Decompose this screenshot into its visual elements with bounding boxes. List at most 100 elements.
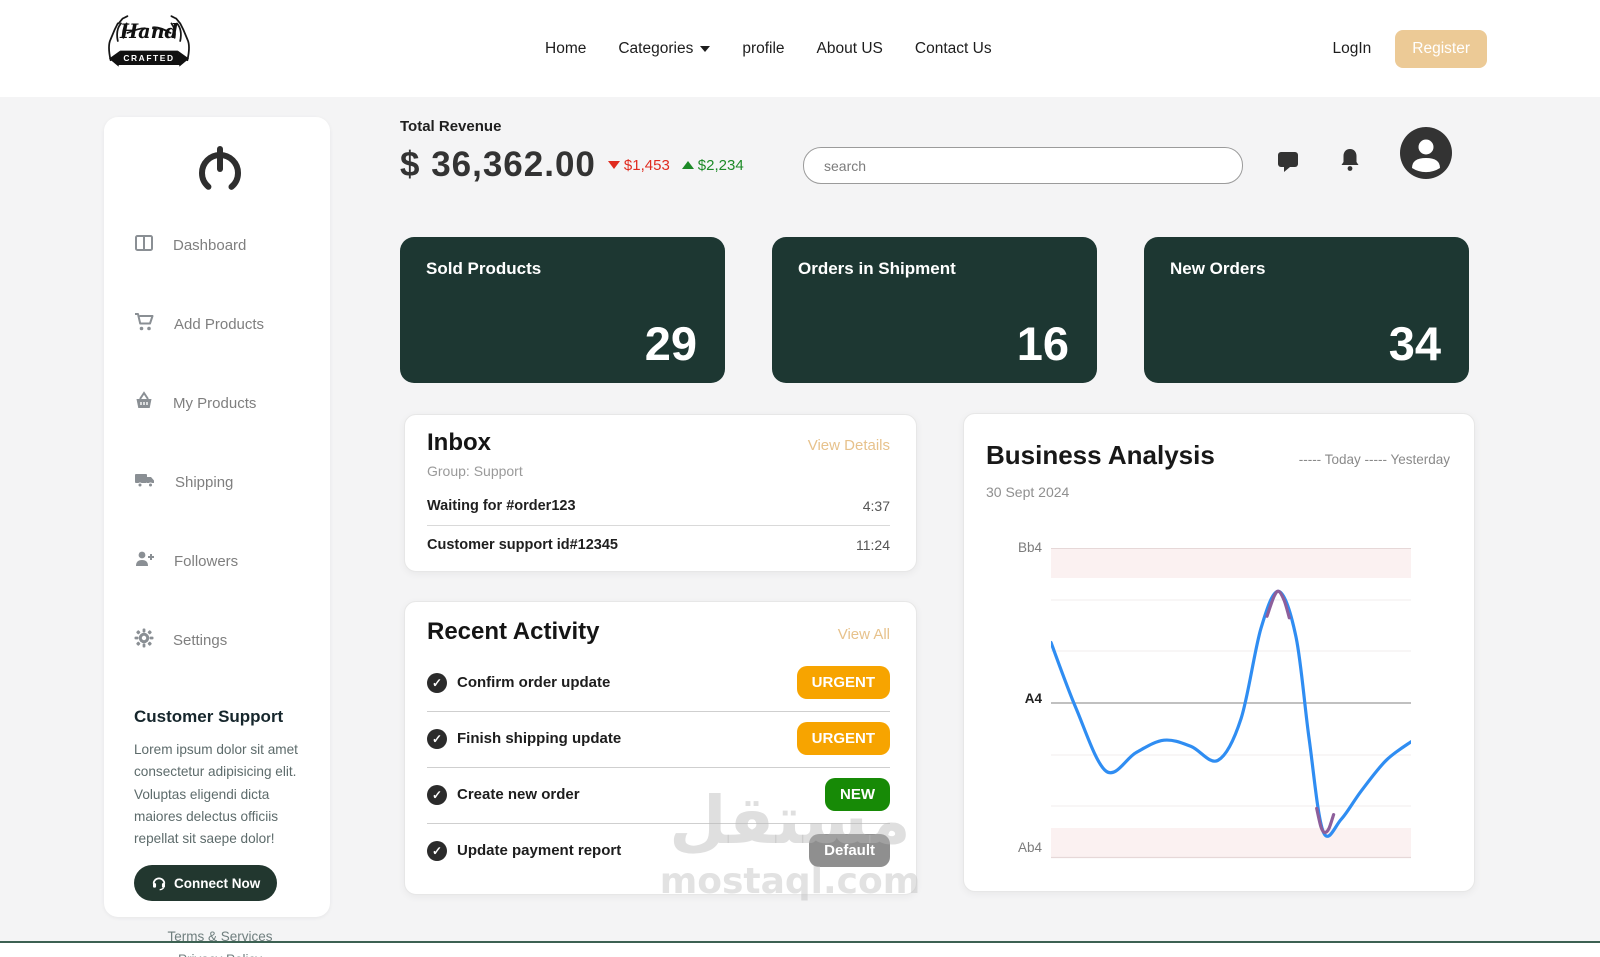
chevron-down-icon [700, 45, 711, 52]
messages-button[interactable] [1276, 149, 1300, 178]
inbox-card: Inbox View Details Group: Support Waitin… [404, 414, 917, 572]
notifications-button[interactable] [1338, 147, 1362, 178]
sidebar-item-followers[interactable]: Followers [134, 549, 306, 574]
hand-crafted-logo-icon: Hand CRAFTED [108, 14, 190, 67]
connect-now-button[interactable]: Connect Now [134, 865, 278, 902]
customer-support-text: Lorem ipsum dolor sit amet consectetur a… [134, 742, 298, 847]
svg-text:Hand: Hand [119, 19, 178, 42]
ytick-a4: A4 [1024, 691, 1042, 706]
auth-area: LogIn Register [1332, 0, 1487, 97]
total-revenue-label: Total Revenue [400, 118, 502, 135]
inbox-message-time: 11:24 [856, 537, 890, 553]
avatar-icon [1400, 127, 1452, 179]
nav-item-home[interactable]: Home [545, 40, 586, 58]
sidebar-item-add-products[interactable]: Add Products [134, 312, 306, 337]
power-button[interactable] [134, 143, 306, 199]
series-today [1049, 589, 1413, 838]
stat-card-sold-products: Sold Products 29 [400, 237, 725, 383]
svg-text:CRAFTED: CRAFTED [123, 53, 174, 63]
stat-cards-row: Sold Products 29 Orders in Shipment 16 New O… [400, 237, 1470, 383]
nav-item-profile[interactable]: profile [742, 40, 784, 58]
pitch-line-chart [1049, 548, 1413, 860]
triangle-down-icon [607, 161, 620, 169]
footer-link-privacy-policy[interactable]: Privacy Policy [134, 948, 306, 957]
revenue-increase: $2,234 [681, 157, 744, 174]
sidebar-item-settings[interactable]: Settings [134, 628, 306, 653]
revenue-decrease: $1,453 [607, 157, 670, 174]
stat-card-new-orders: New Orders 34 [1144, 237, 1469, 383]
bell-icon [1341, 149, 1359, 171]
activity-row: ✓ Create new order NEW [427, 768, 890, 824]
activity-row-left: ✓ Finish shipping update [427, 728, 622, 749]
activity-text: Update payment report [457, 842, 622, 859]
top-navbar: Hand CRAFTED Home Categories profile About … [0, 0, 1600, 97]
sidebar-item-label: Add Products [174, 316, 265, 333]
sidebar-menu: Dashboard Add Products My Products Shipping… [134, 233, 306, 653]
nav-item-label: About US [816, 39, 883, 57]
search-input[interactable] [803, 147, 1243, 184]
basket-icon [134, 391, 154, 416]
stat-card-value: 29 [644, 317, 697, 370]
activity-row-left: ✓ Create new order [427, 784, 580, 805]
inbox-title: Inbox [427, 429, 491, 456]
sidebar-item-shipping[interactable]: Shipping [134, 470, 306, 495]
nav-item-label: Categories [618, 39, 694, 57]
sidebar: Dashboard Add Products My Products Shipping… [104, 117, 330, 957]
columns-icon [134, 233, 154, 258]
brand-logo[interactable]: Hand CRAFTED [100, 0, 198, 97]
sidebar-footer-links: Terms & ServicesPrivacy Policy [134, 925, 306, 957]
power-icon [199, 146, 241, 194]
activity-list: ✓ Confirm order update URGENT ✓ Finish shipp… [427, 656, 890, 879]
status-badge-urgent: URGENT [796, 666, 890, 699]
check-circle-icon: ✓ [427, 672, 447, 693]
total-revenue-block: Total Revenue $ 36,362.00 $1,453 $2,234 [400, 118, 744, 185]
sidebar-item-my-products[interactable]: My Products [134, 391, 306, 416]
login-link[interactable]: LogIn [1332, 40, 1371, 58]
activity-row: ✓ Confirm order update URGENT [427, 656, 890, 712]
register-button[interactable]: Register [1395, 29, 1487, 68]
activity-row-left: ✓ Confirm order update [427, 672, 611, 693]
inbox-view-details-link[interactable]: View Details [808, 437, 890, 454]
profile-avatar[interactable] [1400, 127, 1452, 184]
user-plus-icon [134, 549, 155, 574]
inbox-message-row[interactable]: Waiting for #order123 4:37 [427, 487, 890, 525]
stat-card-value: 34 [1388, 317, 1441, 370]
truck-icon [134, 470, 156, 495]
nav-item-about-us[interactable]: About US [817, 40, 883, 58]
sidebar-item-label: Shipping [175, 474, 234, 491]
cart-icon [134, 312, 155, 337]
ytick-ab4: Ab4 [1017, 840, 1042, 855]
status-badge-urgent: URGENT [796, 722, 890, 755]
recent-activity-card: Recent Activity View All ✓ Confirm order … [404, 601, 917, 895]
main-nav: Home Categories profile About US Contact Us [545, 0, 992, 97]
status-badge-new: NEW [825, 778, 890, 811]
sidebar-item-label: Dashboard [173, 237, 247, 254]
sidebar-item-dashboard[interactable]: Dashboard [134, 233, 306, 258]
chart-date: 30 Sept 2024 [986, 484, 1070, 500]
stat-card-value: 16 [1016, 317, 1069, 370]
nav-item-label: Home [545, 39, 587, 57]
business-analysis-title: Business Analysis [986, 440, 1215, 470]
inbox-message-row[interactable]: Customer support id#12345 11:24 [427, 525, 890, 564]
view-all-link[interactable]: View All [838, 626, 890, 643]
chat-icon [1278, 152, 1298, 172]
activity-row-left: ✓ Update payment report [427, 840, 622, 861]
activity-text: Confirm order update [457, 674, 611, 691]
connect-now-label: Connect Now [174, 875, 261, 891]
chart-legend: ----- Today ----- Yesterday [1298, 452, 1450, 467]
total-revenue-amount: $ 36,362.00 [400, 145, 596, 184]
inbox-message-text: Customer support id#12345 [427, 537, 618, 553]
gear-icon [134, 628, 154, 653]
series-yesterday-visible-overlap-at-peak- [1265, 589, 1291, 620]
nav-item-contact-us[interactable]: Contact Us [915, 40, 992, 58]
stat-card-label: New Orders [1170, 259, 1266, 278]
triangle-up-icon [681, 161, 694, 169]
check-circle-icon: ✓ [427, 728, 447, 749]
activity-text: Finish shipping update [457, 730, 622, 747]
inbox-message-list: Waiting for #order123 4:37 Customer suppor… [427, 487, 890, 564]
recent-activity-title: Recent Activity [427, 618, 600, 645]
inbox-message-time: 4:37 [862, 498, 890, 514]
nav-item-categories[interactable]: Categories [618, 39, 711, 58]
customer-support-section: Customer Support Lorem ipsum dolor sit a… [134, 707, 306, 957]
footer-link-terms-services[interactable]: Terms & Services [134, 925, 306, 948]
